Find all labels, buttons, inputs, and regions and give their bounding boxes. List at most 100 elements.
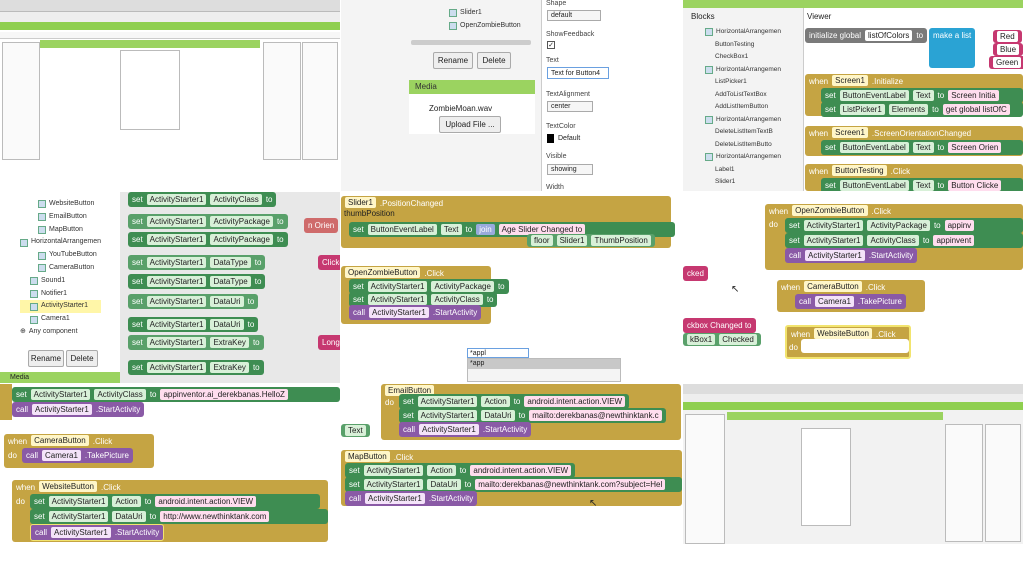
tail-fragment: n Orien xyxy=(304,218,339,233)
set-label-text-block[interactable]: set ButtonEventLabel Text to Screen Initia xyxy=(821,88,1023,103)
cursor-icon: ↖ xyxy=(589,498,598,509)
text-blue-block[interactable]: Blue xyxy=(993,43,1023,56)
delete-button[interactable]: Delete xyxy=(477,52,511,69)
init-global-block[interactable]: initialize global listOfColors to xyxy=(805,28,928,43)
rename-button[interactable]: Rename xyxy=(28,350,64,367)
text-alignment-select[interactable]: center xyxy=(547,101,593,112)
text-red-block[interactable]: Red xyxy=(993,30,1022,43)
tree-item[interactable]: HorizontalArrangemen xyxy=(705,114,781,127)
text-label: Text xyxy=(546,57,559,64)
do-label: do xyxy=(8,451,17,460)
video-thumbnail-grid: Slider1 OpenZombieButton Rename Delete M… xyxy=(0,0,1023,576)
set-action-block[interactable]: set ActivityStarter1 Action to android.inten… xyxy=(399,394,630,409)
text-color-value: Default xyxy=(558,135,581,142)
property-block[interactable]: set ActivityStarter1 ExtraKey to xyxy=(128,360,264,375)
tree-item[interactable]: CheckBox1 xyxy=(705,51,781,64)
shape-label: Shape xyxy=(546,0,567,7)
tree-item[interactable]: HorizontalArrangemen xyxy=(20,236,101,249)
set-action-block[interactable]: set ActivityStarter1 Action to android.inten… xyxy=(345,463,576,478)
tree-item[interactable]: AddListItemButton xyxy=(705,101,781,114)
tree-item[interactable]: ListPicker1 xyxy=(705,76,781,89)
property-block[interactable]: set ActivityStarter1 DataUri to xyxy=(128,317,259,332)
delete-button[interactable]: Delete xyxy=(66,350,98,367)
scrollbar[interactable] xyxy=(411,40,531,45)
text-fragment: Text xyxy=(341,424,370,437)
text-fragment: cked xyxy=(683,266,708,281)
text-color-label: TextColor xyxy=(546,123,576,130)
call-start-activity-block[interactable]: call ActivityStarter1 .StartActivity xyxy=(349,305,482,320)
media-file[interactable]: ZombieMoan.wav xyxy=(429,104,492,113)
color-swatch[interactable] xyxy=(547,134,554,143)
tree-item[interactable]: Notifier1 xyxy=(20,288,101,301)
join-block[interactable]: join xyxy=(476,224,495,235)
call-take-picture-block[interactable]: call Camera1 .TakePicture xyxy=(795,294,906,309)
tree-item[interactable]: HorizontalArrangemen xyxy=(705,151,781,164)
set-activity-package-block[interactable]: set ActivityStarter1 ActivityPackage to appi… xyxy=(785,218,1023,233)
do-label: do xyxy=(789,343,798,352)
tree-item[interactable]: ActivityStarter1 xyxy=(20,300,102,314)
checkbox-checked-block[interactable]: kBox1 Checked xyxy=(683,333,761,346)
media-header: Media xyxy=(0,372,120,383)
tree-item[interactable]: ButtonTesting xyxy=(705,39,781,52)
button-icon xyxy=(38,264,46,273)
tree-item[interactable]: Label1 xyxy=(705,164,781,177)
call-start-activity-block[interactable]: call ActivityStarter1 .StartActivity xyxy=(30,524,165,541)
call-take-picture-block[interactable]: call Camera1 .TakePicture xyxy=(22,448,133,463)
property-block[interactable]: set ActivityStarter1 DataUri to xyxy=(128,294,259,309)
set-data-uri-block[interactable]: set ActivityStarter1 DataUri to http://www.n… xyxy=(30,509,328,524)
notifier-icon xyxy=(30,289,38,298)
call-start-activity-block[interactable]: call ActivityStarter1 .StartActivity xyxy=(399,422,532,437)
tree-item[interactable]: EmailButton xyxy=(20,211,101,224)
property-block[interactable]: set ActivityStarter1 DataType to xyxy=(128,274,266,289)
rename-button[interactable]: Rename xyxy=(433,52,473,69)
tree-item[interactable]: DeleteListItemTextB xyxy=(705,126,781,139)
text-input[interactable]: Text for Button4 xyxy=(547,67,609,79)
tree-item[interactable]: HorizontalArrangemen xyxy=(705,64,781,77)
do-label: do xyxy=(385,398,394,407)
visible-select[interactable]: showing xyxy=(547,164,593,175)
show-feedback-label: ShowFeedback xyxy=(546,31,595,38)
call-start-activity-block[interactable]: call ActivityStarter1 .StartActivity xyxy=(12,402,145,417)
tree-item[interactable]: YouTubeButton xyxy=(20,249,101,262)
property-block[interactable]: set ActivityStarter1 DataType to xyxy=(128,255,266,270)
set-activity-class-block[interactable]: set ActivityStarter1 ActivityClass to appinv… xyxy=(12,387,340,402)
set-activity-class-block[interactable]: set ActivityStarter1 ActivityClass to appinv… xyxy=(785,233,1023,248)
property-block[interactable]: set ActivityStarter1 ActivityPackage to xyxy=(128,214,288,229)
tree-item[interactable]: CameraButton xyxy=(20,262,101,275)
text-green-block[interactable]: Green xyxy=(989,56,1023,69)
shape-select[interactable]: default xyxy=(547,10,601,21)
typeblock-suggestion[interactable]: *app xyxy=(468,359,620,369)
tree-item[interactable]: WebsiteButton xyxy=(20,198,101,211)
set-data-uri-block[interactable]: set ActivityStarter1 DataUri to mailto:derek… xyxy=(399,408,666,423)
blocks-email-map: EmailButton do set ActivityStarter1 Action… xyxy=(341,384,682,576)
button-icon xyxy=(38,225,46,234)
tree-item[interactable]: Slider1 xyxy=(705,176,781,189)
tree-item[interactable]: HorizontalArrangemen xyxy=(705,26,781,39)
set-data-uri-block[interactable]: set ActivityStarter1 DataUri to mailto:derek… xyxy=(345,477,682,492)
set-label-text-block[interactable]: set ButtonEventLabel Text to Screen Orien xyxy=(821,140,1023,155)
tree-item[interactable]: MapButton xyxy=(20,224,101,237)
tree-item[interactable]: DeleteListItemButto xyxy=(705,139,781,152)
show-feedback-checkbox[interactable]: ✓ xyxy=(547,41,555,49)
thumb-position-param[interactable]: thumbPosition xyxy=(341,209,398,218)
property-block[interactable]: set ActivityStarter1 ActivityPackage to xyxy=(128,232,288,247)
tree-item[interactable]: AddToListTextBox xyxy=(705,89,781,102)
set-label-text-block[interactable]: set ButtonEventLabel Text to Button Clicke xyxy=(821,178,1023,191)
floor-block[interactable]: floor Slider1 ThumbPosition xyxy=(527,234,655,247)
blocks-tree: HorizontalArrangemen ButtonTesting Check… xyxy=(705,26,781,189)
tree-item[interactable]: Slider1 xyxy=(449,6,521,19)
property-block[interactable]: set ActivityStarter1 ActivityClass to xyxy=(128,192,277,207)
property-block[interactable]: set ActivityStarter1 ExtraKey to xyxy=(128,335,264,350)
call-start-activity-block[interactable]: call ActivityStarter1 .StartActivity xyxy=(345,491,478,506)
set-action-block[interactable]: set ActivityStarter1 Action to android.inten… xyxy=(30,494,320,509)
typeblock-input[interactable]: *appl xyxy=(467,348,529,358)
make-list-block[interactable]: make a list xyxy=(929,28,976,68)
upload-file-button[interactable]: Upload File ... xyxy=(439,116,501,133)
tree-item[interactable]: Camera1 xyxy=(20,313,101,326)
set-listpicker-elements-block[interactable]: set ListPicker1 Elements to get global listO… xyxy=(821,102,1023,117)
tree-item[interactable]: Sound1 xyxy=(20,275,101,288)
call-start-activity-block[interactable]: call ActivityStarter1 .StartActivity xyxy=(785,248,918,263)
tree-item[interactable]: ⊕ Any component xyxy=(20,326,101,339)
tree-item[interactable]: OpenZombieButton xyxy=(449,19,521,32)
cursor-icon: ↖ xyxy=(731,284,740,295)
